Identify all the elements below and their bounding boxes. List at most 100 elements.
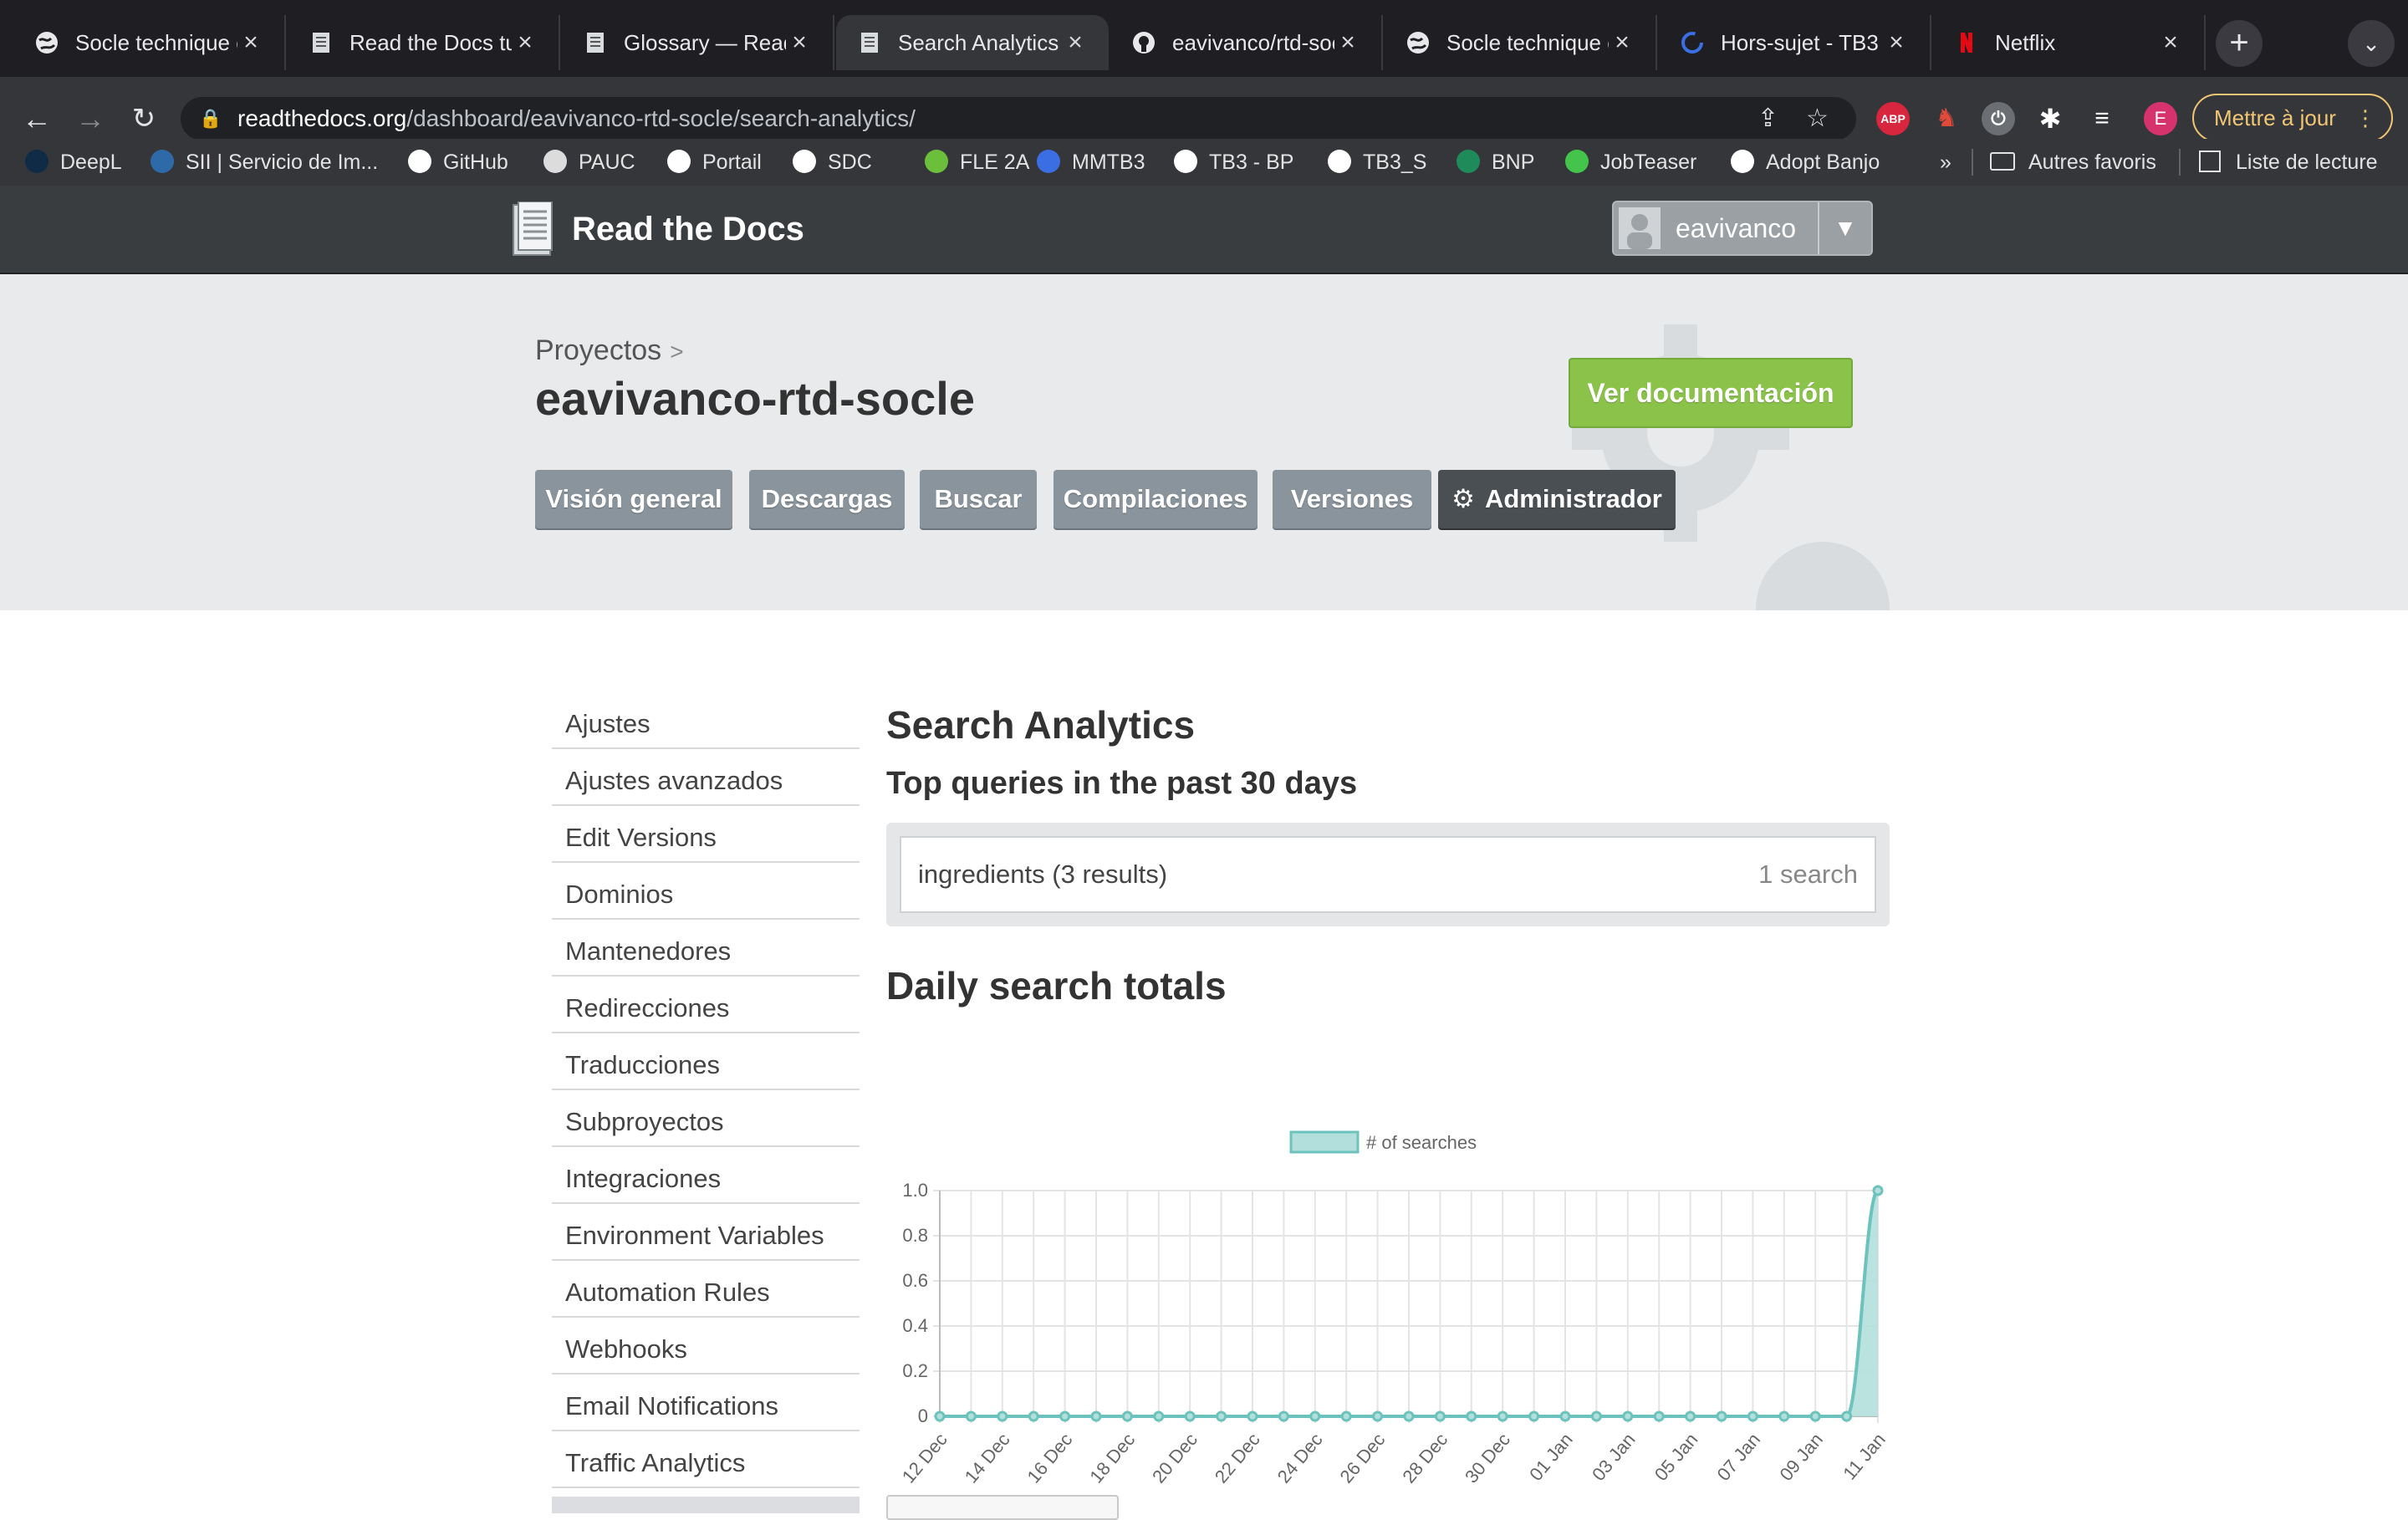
y-tick-label: 0.6 [902,1270,928,1291]
close-tab-icon[interactable]: × [786,28,813,57]
sidebar-item-active[interactable] [552,1497,860,1513]
sidebar-item[interactable]: Automation Rules [552,1262,860,1318]
update-browser-button[interactable]: Mettre à jour ⋮ [2192,94,2393,142]
bookmark-label: Adopt Banjo [1766,150,1880,174]
github-icon [1130,29,1157,56]
bookmark-item[interactable]: FLE 2A [925,139,1029,186]
y-tick-label: 0.8 [902,1225,928,1246]
close-tab-icon[interactable]: × [1883,28,1910,57]
data-point [1340,1410,1352,1422]
browser-tab-strip: Socle technique c × Read the Docs tu × Gloss… [0,0,2408,77]
sidebar-item[interactable]: Environment Variables [552,1206,860,1261]
query-count: 1 search [1758,859,1858,889]
project-tab-label: Versiones [1290,484,1414,513]
reading-list-button[interactable]: Liste de lecture [2199,139,2378,186]
sidebar-item[interactable]: Traducciones [552,1035,860,1090]
tab-search-chevron-icon[interactable]: ⌄ [2348,20,2395,67]
browser-tab[interactable]: Socle technique c × [13,15,286,70]
forward-icon[interactable]: → [67,95,114,142]
sidebar-item[interactable]: Traffic Analytics [552,1433,860,1488]
other-bookmarks-folder[interactable]: Autres favoris [1990,139,2156,186]
close-tab-icon[interactable]: × [2157,28,2184,57]
sidebar-item[interactable]: Ajustes avanzados [552,751,860,806]
x-tick-label: 14 Dec [961,1429,1014,1487]
project-tab[interactable]: Compilaciones [1054,470,1258,528]
sidebar-item[interactable]: Webhooks [552,1319,860,1375]
bookmark-item[interactable]: PAUC [543,139,635,186]
bookmark-item[interactable]: GitHub [408,139,508,186]
bookmark-star-icon[interactable]: ☆ [1806,97,1829,140]
partial-button[interactable] [886,1495,1119,1520]
sidebar-item[interactable]: Dominios [552,865,860,920]
bookmark-item[interactable]: Adopt Banjo [1731,139,1880,186]
sidebar-item[interactable]: Subproyectos [552,1092,860,1147]
data-point [1778,1410,1790,1422]
x-tick-label: 30 Dec [1461,1429,1514,1487]
profile-avatar[interactable]: E [2144,102,2177,135]
browser-tab[interactable]: Search Analytics | × [836,15,1109,70]
close-tab-icon[interactable]: × [1609,28,1635,57]
media-control-icon[interactable]: ≡ [2085,102,2119,135]
breadcrumb-projects-link[interactable]: Proyectos [535,334,661,366]
data-point [1590,1410,1602,1422]
data-point [1716,1410,1727,1422]
chevron-down-icon[interactable]: ▼ [1818,202,1871,254]
bookmark-item[interactable]: TB3 - BP [1174,139,1293,186]
close-tab-icon[interactable]: × [237,28,264,57]
sidebar-item[interactable]: Edit Versions [552,808,860,863]
extensions-puzzle-icon[interactable]: ✱ [2033,102,2067,135]
sidebar-item[interactable]: Ajustes [552,694,860,749]
bookmarks-overflow-button[interactable]: » [1940,139,1951,186]
bookmark-item[interactable]: JobTeaser [1565,139,1696,186]
sidebar-item[interactable]: Mantenedores [552,921,860,977]
view-docs-button[interactable]: Ver documentación [1569,358,1853,428]
share-icon[interactable]: ⇪ [1758,97,1778,140]
bookmark-label: TB3_S [1363,150,1427,174]
sidebar-item[interactable]: Email Notifications [552,1376,860,1431]
back-icon[interactable]: ← [13,95,60,142]
data-point [1466,1410,1477,1422]
data-point [934,1410,946,1422]
bookmark-item[interactable]: DeepL [25,139,122,186]
kebab-menu-icon[interactable]: ⋮ [2354,95,2376,140]
project-tab[interactable]: Buscar [920,470,1037,528]
project-tab[interactable]: Descargas [749,470,905,528]
new-tab-button[interactable]: + [2216,20,2263,67]
browser-tab[interactable]: eavivanco/rtd-soc × [1110,15,1383,70]
address-bar[interactable]: 🔒 readthedocs.org/dashboard/eavivanco-rt… [181,97,1856,140]
power-extension-icon[interactable]: ⏻ [1982,102,2015,135]
sidebar-item[interactable]: Integraciones [552,1149,860,1204]
adblock-extension-icon[interactable]: ABP [1876,102,1910,135]
data-point [965,1410,977,1422]
rtd-logo[interactable]: Read the Docs [512,201,804,258]
bookmark-favicon-icon [1457,150,1480,174]
browser-tab[interactable]: Glossary — Read × [562,15,834,70]
x-tick-label: 03 Jan [1588,1429,1640,1485]
browser-tab[interactable]: Read the Docs tu × [288,15,560,70]
bookmark-item[interactable]: BNP [1457,139,1534,186]
bookmark-label: FLE 2A [960,150,1030,174]
user-menu-button[interactable]: eavivanco ▼ [1612,201,1873,256]
browser-tab[interactable]: Hors-sujet - TB3 × [1659,15,1931,70]
bookmark-item[interactable]: TB3_S [1328,139,1426,186]
rooster-extension-icon[interactable]: ♞ [1930,102,1963,135]
bookmark-item[interactable]: SII | Servicio de Im... [150,139,378,186]
close-tab-icon[interactable]: × [512,28,538,57]
bookmark-label: BNP [1492,150,1535,174]
project-tab[interactable]: Visión general [535,470,732,528]
bookmark-item[interactable]: MMTB3 [1037,139,1145,186]
bookmark-item[interactable]: SDC [793,139,872,186]
project-tab[interactable]: ⚙ Administrador [1438,470,1676,528]
close-tab-icon[interactable]: × [1334,28,1361,57]
data-point [1809,1410,1821,1422]
bookmark-item[interactable]: Portail [667,139,762,186]
admin-sidebar: Ajustes Ajustes avanzados Edit Versions Dom… [552,694,860,1515]
reload-icon[interactable]: ↻ [120,95,167,142]
globe-icon [33,29,60,56]
sidebar-item[interactable]: Redirecciones [552,978,860,1033]
url-host: readthedocs.org [237,105,407,131]
close-tab-icon[interactable]: × [1062,28,1089,57]
project-tab[interactable]: Versiones [1273,470,1431,528]
browser-tab[interactable]: Socle technique c × [1385,15,1657,70]
browser-tab[interactable]: Netflix × [1933,15,2206,70]
